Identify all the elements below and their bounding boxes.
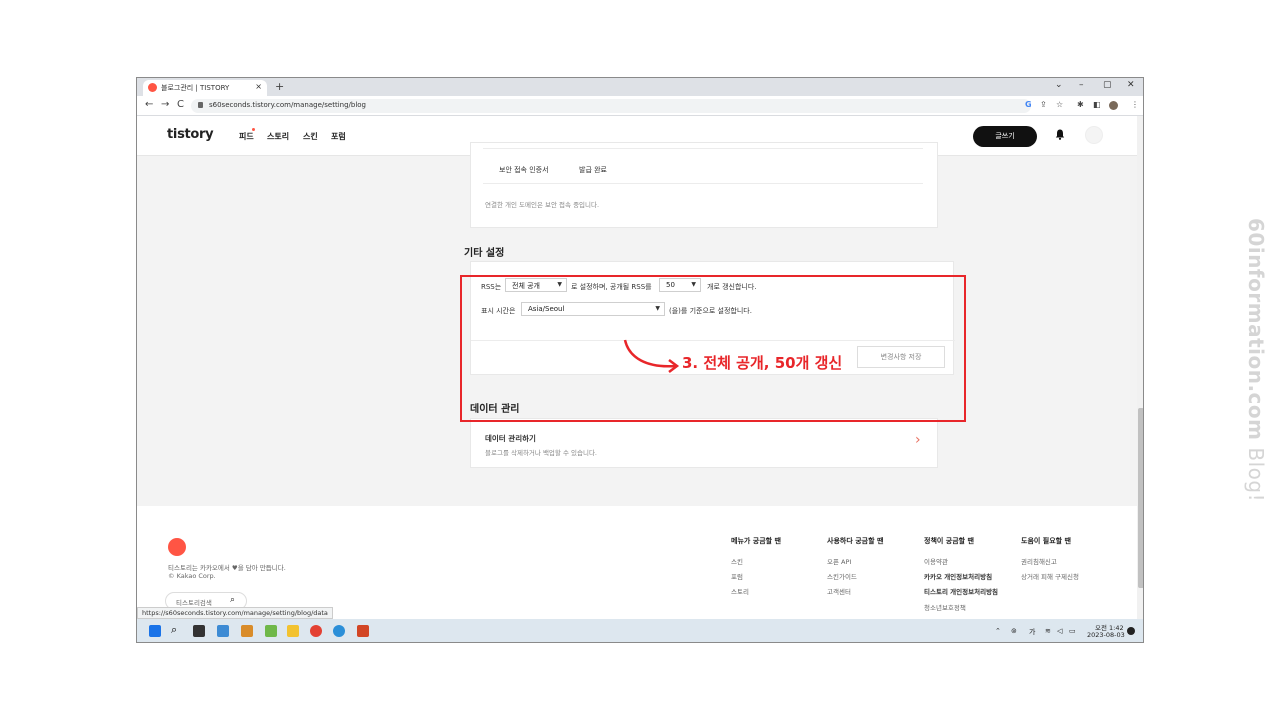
more-menu-icon[interactable]: ⋮ — [1131, 100, 1139, 109]
bookmark-star-icon[interactable]: ☆ — [1056, 100, 1063, 109]
tab-close-icon[interactable]: × — [255, 82, 262, 91]
sidebar-icon[interactable]: ◧ — [1093, 100, 1101, 109]
footer-link[interactable]: 고객센터 — [827, 586, 851, 596]
nav-story[interactable]: 스토리 — [267, 131, 289, 142]
bell-icon[interactable] — [1055, 129, 1065, 140]
notification-icon[interactable] — [1127, 627, 1135, 635]
forward-arrow-icon[interactable]: → — [161, 99, 169, 110]
scrollbar-thumb[interactable] — [1138, 408, 1143, 588]
tistory-page: tistory 피드 스토리 스킨 포럼 글쓰기 보안 접속 인증서 발급 완료 — [137, 116, 1137, 619]
status-bar-url: https://s60seconds.tistory.com/manage/se… — [137, 607, 333, 619]
page-scrollbar[interactable] — [1137, 116, 1143, 619]
footer-link[interactable]: 티스토리 개인정보처리방침 — [924, 586, 998, 596]
wifi-icon[interactable]: ≋ — [1045, 627, 1051, 635]
url-text: s60seconds.tistory.com/manage/setting/bl… — [209, 101, 366, 109]
write-post-button[interactable]: 글쓰기 — [973, 126, 1037, 147]
share-icon[interactable]: ⇪ — [1040, 100, 1047, 109]
footer-link[interactable]: 이용약관 — [924, 556, 948, 566]
annotation-arrow-icon — [623, 339, 680, 373]
data-management-card[interactable]: 데이터 관리하기 블로그를 삭제하거나 백업할 수 있습니다. › — [470, 418, 938, 468]
profile-avatar-icon[interactable] — [1109, 101, 1118, 110]
data-management-item-desc: 블로그를 삭제하거나 백업할 수 있습니다. — [485, 449, 597, 457]
screenshot-frame: 블로그관리 | TISTORY × + ⌄ – ▢ ✕ ← → C s60sec… — [136, 77, 1144, 643]
address-bar[interactable]: s60seconds.tistory.com/manage/setting/bl… — [191, 99, 1031, 113]
tab-search-icon[interactable]: ⌄ — [1055, 80, 1063, 90]
volume-icon[interactable]: ◁ — [1057, 627, 1062, 635]
tray-chevron-up-icon[interactable]: ⌃ — [995, 627, 1001, 635]
search-icon[interactable]: ⌕ — [171, 623, 183, 636]
security-note: 연결한 개인 도메인은 보안 접속 중입니다. — [485, 201, 600, 209]
footer-search-placeholder: 티스토리검색 — [176, 599, 212, 607]
footer-link[interactable]: 청소년보호정책 — [924, 602, 966, 612]
footer-link[interactable]: 카카오 개인정보처리방침 — [924, 571, 992, 581]
security-cert-label: 보안 접속 인증서 — [499, 166, 549, 174]
watermark-suffix: Blog! — [1244, 440, 1268, 503]
app-icon[interactable] — [241, 625, 253, 637]
data-management-item-title: 데이터 관리하기 — [485, 434, 536, 443]
slide-stage: 블로그관리 | TISTORY × + ⌄ – ▢ ✕ ← → C s60sec… — [0, 0, 1280, 720]
powerpoint-icon[interactable] — [357, 625, 369, 637]
task-view-icon[interactable] — [193, 625, 205, 637]
nav-forum[interactable]: 포럼 — [331, 131, 346, 142]
other-settings-title: 기타 설정 — [464, 248, 505, 259]
browser-toolbar: ← → C s60seconds.tistory.com/manage/sett… — [137, 96, 1143, 116]
footer-link[interactable]: 상거래 피해 구제신청 — [1021, 571, 1079, 581]
footer: 티스토리는 카카오에서 ♥을 담아 만듭니다. © Kakao Corp. 티스… — [137, 506, 1137, 619]
minimize-button[interactable]: – — [1079, 80, 1084, 90]
footer-link[interactable]: 스킨 — [731, 556, 743, 566]
clock-date[interactable]: 2023-08-03 — [1087, 631, 1125, 639]
security-cert-value: 발급 완료 — [579, 166, 607, 174]
tistory-logo[interactable]: tistory — [167, 127, 214, 142]
nav-skin[interactable]: 스킨 — [303, 131, 318, 142]
chevron-right-icon[interactable]: › — [915, 432, 921, 448]
footer-col-help-title: 도움이 필요할 땐 — [1021, 537, 1071, 545]
footer-col-usage-title: 사용하다 궁금할 땐 — [827, 537, 884, 545]
windows-start-icon[interactable] — [149, 625, 161, 637]
tistory-favicon-icon — [148, 83, 157, 92]
blog-watermark: 60information.com Blog! — [1244, 218, 1268, 502]
browser-tab[interactable]: 블로그관리 | TISTORY × — [143, 80, 267, 96]
footer-tagline: 티스토리는 카카오에서 ♥을 담아 만듭니다. — [168, 564, 286, 572]
search-icon[interactable]: ⌕ — [230, 595, 235, 605]
tistory-footer-logo-icon — [168, 538, 186, 556]
nav-feed[interactable]: 피드 — [239, 131, 254, 142]
maximize-button[interactable]: ▢ — [1103, 80, 1112, 90]
tab-title: 블로그관리 | TISTORY — [161, 84, 230, 92]
windows-taskbar: ⌕ ⌃ ⊚ 가 ≋ ◁ ▭ 오전 1:42 2023-08-03 — [137, 619, 1143, 642]
watermark-main: 60information.com — [1244, 218, 1268, 441]
battery-icon[interactable]: ▭ — [1069, 627, 1076, 635]
extensions-icon[interactable]: ✱ — [1077, 100, 1084, 109]
footer-col-policy-title: 정책이 궁금할 땐 — [924, 537, 974, 545]
edge-icon[interactable] — [333, 625, 345, 637]
footer-link[interactable]: 포럼 — [731, 571, 743, 581]
back-arrow-icon[interactable]: ← — [145, 99, 153, 110]
highlight-box — [460, 275, 966, 422]
annotation-text: 3. 전체 공개, 50개 갱신 — [682, 354, 843, 372]
user-avatar[interactable] — [1085, 126, 1103, 144]
app-icon[interactable] — [217, 625, 229, 637]
browser-tab-bar: 블로그관리 | TISTORY × + ⌄ – ▢ ✕ — [137, 78, 1143, 96]
tray-app-icon[interactable]: ⊚ — [1011, 627, 1017, 635]
app-icon[interactable] — [265, 625, 277, 637]
footer-copyright: © Kakao Corp. — [168, 572, 216, 580]
new-tab-button[interactable]: + — [275, 80, 284, 93]
reload-icon[interactable]: C — [177, 99, 184, 110]
google-icon[interactable]: G — [1025, 100, 1032, 109]
footer-link[interactable]: 권리침해신고 — [1021, 556, 1057, 566]
divider — [483, 148, 923, 149]
lock-icon — [198, 102, 203, 108]
footer-link[interactable]: 스토리 — [731, 586, 749, 596]
footer-link[interactable]: 오픈 API — [827, 556, 851, 566]
ime-indicator[interactable]: 가 — [1029, 627, 1035, 637]
chrome-icon[interactable] — [310, 625, 322, 637]
close-window-button[interactable]: ✕ — [1127, 80, 1135, 90]
security-settings-card: 보안 접속 인증서 발급 완료 연결한 개인 도메인은 보안 접속 중입니다. — [470, 142, 938, 228]
file-explorer-icon[interactable] — [287, 625, 299, 637]
divider — [483, 183, 923, 184]
new-dot-icon — [252, 128, 255, 131]
footer-col-menu-title: 메뉴가 궁금할 땐 — [731, 537, 781, 545]
footer-link[interactable]: 스킨가이드 — [827, 571, 857, 581]
